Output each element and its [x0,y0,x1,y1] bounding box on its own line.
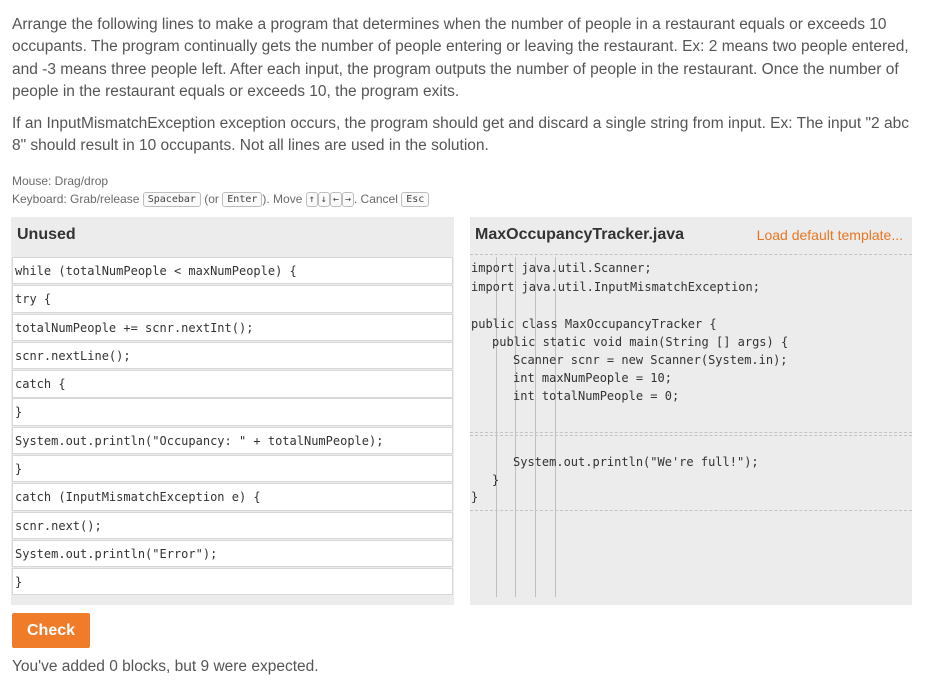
unused-panel[interactable]: Unused while (totalNumPeople < maxNumPeo… [11,217,454,605]
indent-guide [535,257,536,597]
code-block-while[interactable]: while (totalNumPeople < maxNumPeople) { [12,257,453,285]
code-block-print-occupancy[interactable]: System.out.println("Occupancy: " + total… [12,426,453,455]
code-block-try[interactable]: try { [12,285,453,313]
enter-key: Enter [222,192,263,207]
code-block-close-brace[interactable]: } [12,454,453,483]
status-message: You've added 0 blocks, but 9 were expect… [12,658,319,675]
code-line-import-mismatch: import java.util.InputMismatchException; [471,280,760,294]
down-arrow-key: ↓ [317,192,330,207]
code-line-import-scanner: import java.util.Scanner; [471,261,652,275]
load-default-template-link[interactable]: Load default template... [757,227,903,243]
file-name: MaxOccupancyTracker.java [475,226,685,243]
code-line-main-declaration: public static void main(String [] args) … [492,335,789,349]
unused-block-list[interactable]: while (totalNumPeople < maxNumPeople) { … [12,257,453,596]
instructions-paragraph-1: Arrange the following lines to make a pr… [12,16,909,100]
indent-guide [515,257,516,597]
mouse-help: Mouse: Drag/drop [12,174,109,188]
divider [470,254,912,255]
spacebar-key: Spacebar [142,192,201,207]
code-line-close-main: } [492,473,500,487]
left-arrow-key: ← [329,192,342,207]
code-block-close-brace[interactable]: } [12,398,453,426]
indent-guide [555,257,556,597]
up-arrow-key: ↑ [305,192,318,207]
code-block-catch[interactable]: catch { [12,370,453,398]
code-line-max-people: int maxNumPeople = 10; [513,371,672,385]
drop-zone-bottom[interactable] [470,510,912,511]
cancel-text: . Cancel [353,192,398,206]
code-block-close-brace[interactable]: } [12,568,453,596]
keyboard-help-line: Keyboard: Grab/release Spacebar (or Ente… [12,190,430,208]
code-line-total-people: int totalNumPeople = 0; [513,389,680,403]
instructions: Arrange the following lines to make a pr… [12,14,912,158]
instructions-paragraph-2: If an InputMismatchException exception o… [12,115,909,155]
code-line-close-class: } [471,490,479,504]
code-line-full-message: System.out.println("We're full!"); [513,455,759,469]
keyboard-help-prefix: Keyboard: Grab/release [12,192,140,206]
code-block-next-int[interactable]: totalNumPeople += scnr.nextInt(); [12,313,453,341]
code-block-catch-mismatch[interactable]: catch (InputMismatchException e) { [12,483,453,511]
esc-key: Esc [401,192,430,207]
or-text: (or [204,192,219,206]
indent-guide [496,257,497,597]
drop-zone-top [470,432,912,433]
check-button[interactable]: Check [12,613,90,648]
code-block-next-line[interactable]: scnr.nextLine(); [12,341,453,370]
unused-title: Unused [17,226,76,243]
code-line-scanner: Scanner scnr = new Scanner(System.in); [513,353,788,367]
code-block-print-error[interactable]: System.out.println("Error"); [12,539,453,568]
right-arrow-key: → [341,192,354,207]
code-editor-panel[interactable]: MaxOccupancyTracker.java Load default te… [470,217,912,605]
move-text: ). Move [262,192,303,206]
code-line-class-declaration: public class MaxOccupancyTracker { [471,317,717,331]
keyboard-help: Mouse: Drag/drop Keyboard: Grab/release … [12,172,430,208]
code-block-scnr-next[interactable]: scnr.next(); [12,511,453,539]
drop-zone-top-inner [470,435,912,436]
